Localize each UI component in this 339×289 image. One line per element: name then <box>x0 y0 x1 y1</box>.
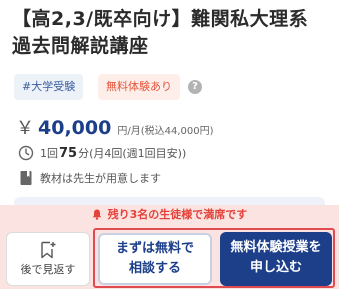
material-info: 教材は先生が用意します <box>18 170 161 186</box>
clock-icon <box>18 145 34 161</box>
free-consultation-button[interactable]: まずは無料で 相談する <box>98 233 212 285</box>
help-icon[interactable]: ? <box>188 80 202 94</box>
lesson-prefix: 1回 <box>40 147 58 160</box>
currency-symbol: ￥ <box>16 118 34 139</box>
trial-badge: 無料体験あり <box>98 74 180 100</box>
lesson-minutes: 75 <box>59 145 78 161</box>
apply-label-line2: 申し込む <box>249 260 302 275</box>
seat-notice-text: 残り3名の生徒様で満席です <box>107 208 248 221</box>
course-title-line2: 過去問解説講座 <box>12 35 149 57</box>
book-icon <box>20 171 32 185</box>
subject-tag[interactable]: #大学受験 <box>14 74 84 100</box>
seat-notice: 残り3名の生徒様で満席です <box>0 205 339 225</box>
save-for-later-label: 後で見返す <box>20 263 76 276</box>
consult-label-line2: 相談する <box>128 261 181 276</box>
course-title-line1: 【高2,3/既卒向け】難関私大理系 <box>12 8 309 30</box>
course-title: 【高2,3/既卒向け】難関私大理系 過去問解説講座 <box>12 6 332 60</box>
bell-icon <box>92 209 101 220</box>
price-amount: 40,000 <box>38 117 112 139</box>
lesson-suffix: 分(月4回(週1回目安)) <box>78 147 187 160</box>
price-row: ￥ 40,000 円/月(税込44,000円) <box>16 114 214 140</box>
save-for-later-button[interactable]: 後で見返す <box>6 232 90 286</box>
consult-label-line1: まずは無料で <box>115 241 194 256</box>
price-unit: 円/月(税込44,000円) <box>117 126 214 137</box>
apply-label-line1: 無料体験授業を <box>230 240 322 255</box>
bookmark-add-icon <box>41 241 56 259</box>
material-text: 教材は先生が用意します <box>40 172 161 185</box>
lesson-info: 1回 75 分(月4回(週1回目安)) <box>18 145 186 161</box>
trial-apply-button[interactable]: 無料体験授業を 申し込む <box>220 232 332 286</box>
